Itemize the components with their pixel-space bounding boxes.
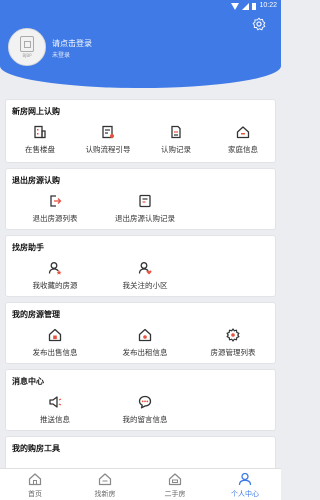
bottom-tab-bar: 首页 找新房 二手房 个人中心 — [0, 468, 281, 500]
item-family-info[interactable]: 家庭信息 — [209, 124, 277, 160]
item-exit-records[interactable]: 退出房源认购记录 — [111, 193, 179, 229]
section-title: 找房助手 — [12, 243, 44, 252]
item-label: 推送信息 — [40, 415, 70, 424]
item-label: 退出房源认购记录 — [115, 214, 175, 223]
tab-second-hand[interactable]: 二手房 — [140, 469, 210, 500]
message-icon — [138, 395, 152, 409]
process-guide-icon — [102, 125, 114, 139]
home-tab-icon — [28, 473, 42, 486]
tab-label: 首页 — [28, 490, 42, 498]
item-push-messages[interactable]: 推送信息 — [21, 394, 89, 430]
login-status: 未登录 — [52, 52, 71, 59]
tab-label: 二手房 — [164, 490, 186, 498]
item-favorite-houses[interactable]: 我收藏的房源 — [21, 260, 89, 296]
user-follow-icon — [138, 262, 152, 275]
section-title: 我的房源管理 — [12, 310, 60, 319]
avatar[interactable]: BJBP — [8, 28, 46, 66]
section-title: 我的购房工具 — [12, 444, 60, 453]
exit-record-icon — [139, 194, 151, 208]
section-house-finder: 找房助手 我收藏的房源 我关注的小区 — [5, 235, 276, 297]
signal-icon — [242, 2, 250, 10]
item-label: 我关注的小区 — [122, 281, 168, 290]
section-new-house-subscription: 新房网上认购 在售楼盘 认购流程引导 认购记录 家庭信息 — [5, 99, 276, 163]
item-publish-rent[interactable]: 发布出租信息 — [111, 327, 179, 363]
user-favorite-icon — [48, 262, 62, 275]
home-icon — [236, 126, 250, 139]
tab-label: 找新房 — [94, 490, 116, 498]
item-exit-list[interactable]: 退出房源列表 — [21, 193, 89, 229]
avatar-tag: BJBP — [22, 53, 32, 58]
battery-icon — [252, 2, 257, 10]
tab-find-new-house[interactable]: 找新房 — [70, 469, 140, 500]
section-my-listings: 我的房源管理 发布出售信息 发布出租信息 房源管理列表 — [5, 302, 276, 364]
wifi-icon — [231, 2, 240, 10]
gear-manage-icon — [226, 328, 240, 342]
new-house-tab-icon — [98, 473, 112, 486]
record-icon — [171, 125, 181, 139]
tab-personal-center[interactable]: 个人中心 — [210, 469, 280, 500]
section-title: 消息中心 — [12, 377, 44, 386]
person-tab-icon — [238, 472, 252, 486]
second-hand-tab-icon — [168, 473, 182, 486]
item-label: 我的留言信息 — [122, 415, 168, 424]
tab-label: 个人中心 — [231, 490, 259, 498]
item-label: 退出房源列表 — [32, 214, 78, 223]
tab-home[interactable]: 首页 — [0, 469, 70, 500]
section-title: 新房网上认购 — [12, 107, 60, 116]
item-followed-communities[interactable]: 我关注的小区 — [111, 260, 179, 296]
login-prompt[interactable]: 请点击登录 — [52, 38, 92, 49]
status-bar: 10:22 — [0, 0, 281, 12]
publish-sale-icon — [48, 328, 62, 342]
item-listing-management[interactable]: 房源管理列表 — [199, 327, 267, 363]
exit-list-icon — [50, 195, 62, 207]
avatar-placeholder-icon — [20, 36, 34, 52]
item-label: 我收藏的房源 — [32, 281, 78, 290]
item-label: 发布出售信息 — [32, 348, 78, 357]
publish-rent-icon — [138, 328, 152, 342]
building-icon — [34, 125, 46, 139]
item-publish-sale[interactable]: 发布出售信息 — [21, 327, 89, 363]
settings-icon[interactable] — [252, 17, 266, 31]
item-label: 房源管理列表 — [210, 348, 256, 357]
section-exit-subscription: 退出房源认购 退出房源列表 退出房源认购记录 — [5, 168, 276, 230]
section-message-center: 消息中心 推送信息 我的留言信息 — [5, 369, 276, 431]
item-label: 家庭信息 — [228, 145, 258, 154]
item-label: 发布出租信息 — [122, 348, 168, 357]
push-notification-icon — [49, 396, 62, 408]
item-my-messages[interactable]: 我的留言信息 — [111, 394, 179, 430]
section-title: 退出房源认购 — [12, 176, 60, 185]
status-time: 10:22 — [259, 2, 277, 9]
